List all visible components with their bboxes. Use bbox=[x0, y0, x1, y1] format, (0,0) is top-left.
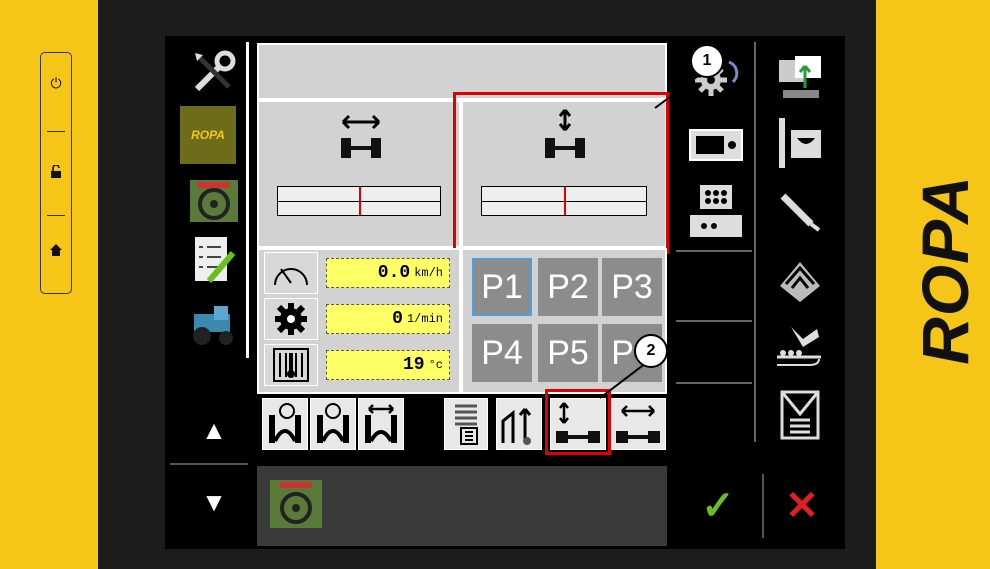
divider bbox=[762, 474, 764, 538]
callout-2: 2 bbox=[634, 334, 668, 368]
close-icon: ✕ bbox=[785, 484, 819, 528]
cancel-button[interactable]: ✕ bbox=[774, 478, 830, 534]
callout-1: 1 bbox=[690, 44, 724, 78]
steering-status-icon bbox=[268, 478, 324, 530]
confirm-button[interactable]: ✓ bbox=[690, 478, 746, 534]
checkmark-icon: ✓ bbox=[701, 484, 735, 528]
